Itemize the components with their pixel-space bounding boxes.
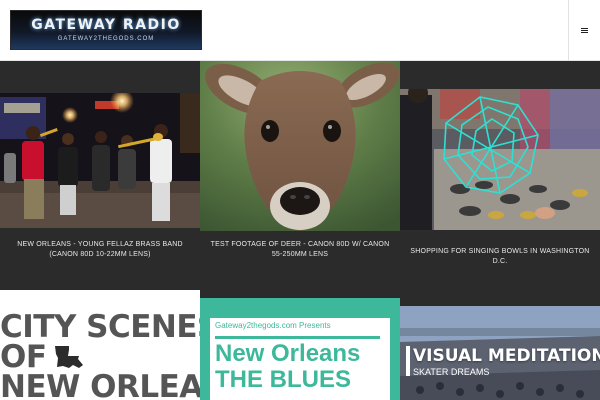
city-scenes-title: CITY SCENES OF NEW ORLEANS <box>0 312 200 400</box>
blues-presents-text: Gateway2thegods.com Presents <box>215 321 331 330</box>
site-header: GATEWAY RADIO GATEWAY2THEGODS.COM <box>0 0 600 61</box>
blues-divider <box>215 336 380 339</box>
city-title-line3: NEW ORLEANS <box>0 369 200 400</box>
video-tile-brass-band[interactable]: NEW ORLEANS - YOUNG FELLAZ BRASS BAND (C… <box>0 61 200 290</box>
gateway-radio-logo[interactable]: GATEWAY RADIO GATEWAY2THEGODS.COM <box>10 10 202 50</box>
city-title-line1: CITY SCENES <box>0 309 200 345</box>
city-scenes-tile[interactable]: CITY SCENES OF NEW ORLEANS <box>0 290 200 400</box>
city-title-line2: OF <box>0 339 47 375</box>
video-caption[interactable]: NEW ORLEANS - YOUNG FELLAZ BRASS BAND (C… <box>8 240 192 260</box>
logo-title: GATEWAY RADIO <box>31 17 181 33</box>
deer-thumbnail <box>200 61 400 231</box>
video-tile-deer[interactable]: TEST FOOTAGE OF DEER - CANON 80D W/ CANO… <box>200 61 400 290</box>
visual-meditation-tile[interactable]: VISUAL MEDITATION SKATER DREAMS <box>400 306 600 400</box>
singing-bowls-thumbnail <box>400 89 600 230</box>
video-caption[interactable]: SHOPPING FOR SINGING BOWLS IN WASHINGTON… <box>408 247 592 267</box>
visual-title-bar <box>406 346 410 376</box>
hamburger-menu-icon <box>581 27 588 34</box>
deer-scene <box>200 61 400 231</box>
new-orleans-blues-tile[interactable]: Gateway2thegods.com Presents New Orleans… <box>200 298 400 400</box>
blues-title-line1: New Orleans <box>215 340 361 367</box>
singing-bowls-scene <box>400 89 600 230</box>
video-caption[interactable]: TEST FOOTAGE OF DEER - CANON 80D W/ CANO… <box>208 240 392 260</box>
logo-subtitle: GATEWAY2THEGODS.COM <box>57 36 155 42</box>
visual-meditation-subtitle: SKATER DREAMS <box>413 367 490 377</box>
menu-button[interactable] <box>569 0 600 61</box>
louisiana-state-icon <box>54 346 83 368</box>
blues-title-line2: THE BLUES <box>215 366 352 393</box>
video-tile-singing-bowls[interactable]: SHOPPING FOR SINGING BOWLS IN WASHINGTON… <box>400 61 600 290</box>
city-title-line2-row: OF <box>0 339 200 375</box>
visual-meditation-title: VISUAL MEDITATION <box>413 346 600 366</box>
brass-band-thumbnail <box>0 93 200 228</box>
brass-band-scene <box>0 93 200 228</box>
